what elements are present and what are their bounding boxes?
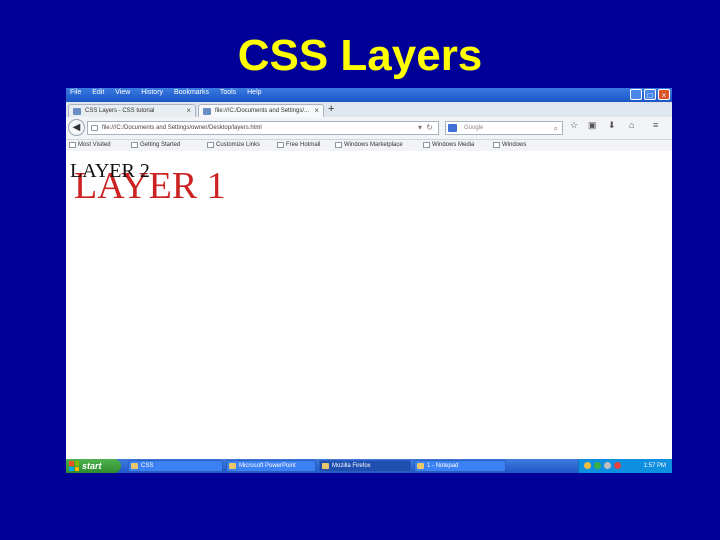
bookmark-windows[interactable]: Windows: [492, 140, 526, 151]
tab-css-layers[interactable]: CSS Layers - CSS tutorial ×: [68, 104, 196, 117]
tab-close-icon[interactable]: ×: [186, 105, 191, 117]
bookmark-most-visited[interactable]: Most Visited: [68, 140, 111, 151]
menu-icon[interactable]: ≡: [653, 120, 658, 130]
start-label: start: [82, 461, 102, 471]
back-button[interactable]: ◀: [68, 119, 85, 136]
search-placeholder: Google: [464, 125, 484, 131]
bookmark-getting-started[interactable]: Getting Started: [130, 140, 180, 151]
reload-icon[interactable]: ↻: [426, 122, 433, 134]
taskbar-item-powerpoint[interactable]: Microsoft PowerPoint: [226, 460, 316, 472]
windows-logo-icon: [69, 461, 79, 471]
menu-bar: File Edit View History Bookmarks Tools H…: [70, 89, 271, 96]
start-button[interactable]: start: [66, 459, 121, 473]
page-favicon-icon: [203, 108, 211, 115]
page-content: LAYER 1 LAYER 2: [66, 151, 672, 459]
menu-bookmarks[interactable]: Bookmarks: [174, 89, 209, 96]
window-controls: _ □ ×: [630, 89, 670, 100]
navigation-bar: ◀ file:///C:/Documents and Settings/owne…: [66, 117, 672, 140]
browser-window: File Edit View History Bookmarks Tools H…: [66, 88, 672, 473]
new-tab-button[interactable]: +: [328, 103, 334, 115]
bookmarks-menu-icon[interactable]: ▣: [588, 120, 597, 131]
menu-edit[interactable]: Edit: [92, 89, 104, 96]
bookmark-star-icon[interactable]: ☆: [570, 120, 578, 131]
taskbar-item-firefox[interactable]: Mozilla Firefox: [319, 460, 411, 472]
tab-close-icon[interactable]: ×: [314, 105, 319, 117]
menu-history[interactable]: History: [141, 89, 163, 96]
tab-strip: CSS Layers - CSS tutorial × file:///C:/D…: [66, 102, 672, 117]
taskbar-item-notepad[interactable]: 1 - Notepad: [414, 460, 506, 472]
bookmark-free-hotmail[interactable]: Free Hotmail: [276, 140, 320, 151]
address-bar[interactable]: file:///C:/Documents and Settings/owner/…: [87, 121, 439, 135]
tab-label: CSS Layers - CSS tutorial: [85, 108, 155, 114]
close-window-button[interactable]: ×: [658, 89, 670, 100]
tab-label: file:///C:/Documents and Settings/...: [215, 108, 310, 114]
menu-tools[interactable]: Tools: [220, 89, 236, 96]
menu-help[interactable]: Help: [247, 89, 261, 96]
search-input[interactable]: Google ⌕: [445, 121, 563, 135]
menu-file[interactable]: File: [70, 89, 81, 96]
search-icon[interactable]: ⌕: [554, 123, 558, 135]
downloads-icon[interactable]: ⬇: [608, 120, 616, 131]
taskbar-clock: 1:57 PM: [643, 463, 666, 469]
bookmark-windows-marketplace[interactable]: Windows Marketplace: [334, 140, 403, 151]
dropdown-arrow-icon[interactable]: ▾: [418, 122, 422, 134]
bookmark-windows-media[interactable]: Windows Media: [422, 140, 474, 151]
tab-local-file[interactable]: file:///C:/Documents and Settings/... ×: [198, 104, 324, 117]
minimize-button[interactable]: _: [630, 89, 642, 100]
page-favicon-icon: [73, 108, 81, 115]
tray-security-icon[interactable]: [614, 462, 621, 469]
menu-view[interactable]: View: [115, 89, 130, 96]
tray-app-icon[interactable]: [584, 462, 591, 469]
slide-title: CSS Layers: [237, 31, 483, 80]
tray-volume-icon[interactable]: [604, 462, 611, 469]
maximize-button[interactable]: □: [644, 89, 656, 100]
tray-network-icon[interactable]: [594, 462, 601, 469]
taskbar: start CSS Microsoft PowerPoint Mozilla F…: [66, 459, 672, 473]
bookmarks-toolbar: Most Visited Getting Started Customize L…: [66, 140, 672, 151]
address-url: file:///C:/Documents and Settings/owner/…: [102, 125, 262, 131]
system-tray: 1:57 PM: [578, 459, 672, 473]
taskbar-item-css[interactable]: CSS: [128, 460, 223, 472]
search-engine-icon[interactable]: [448, 124, 457, 132]
layer-2-text: LAYER 2: [70, 160, 150, 182]
bookmark-customize-links[interactable]: Customize Links: [206, 140, 260, 151]
title-bar: File Edit View History Bookmarks Tools H…: [66, 88, 672, 102]
page-identity-icon: [91, 125, 98, 131]
home-icon[interactable]: ⌂: [629, 120, 634, 130]
